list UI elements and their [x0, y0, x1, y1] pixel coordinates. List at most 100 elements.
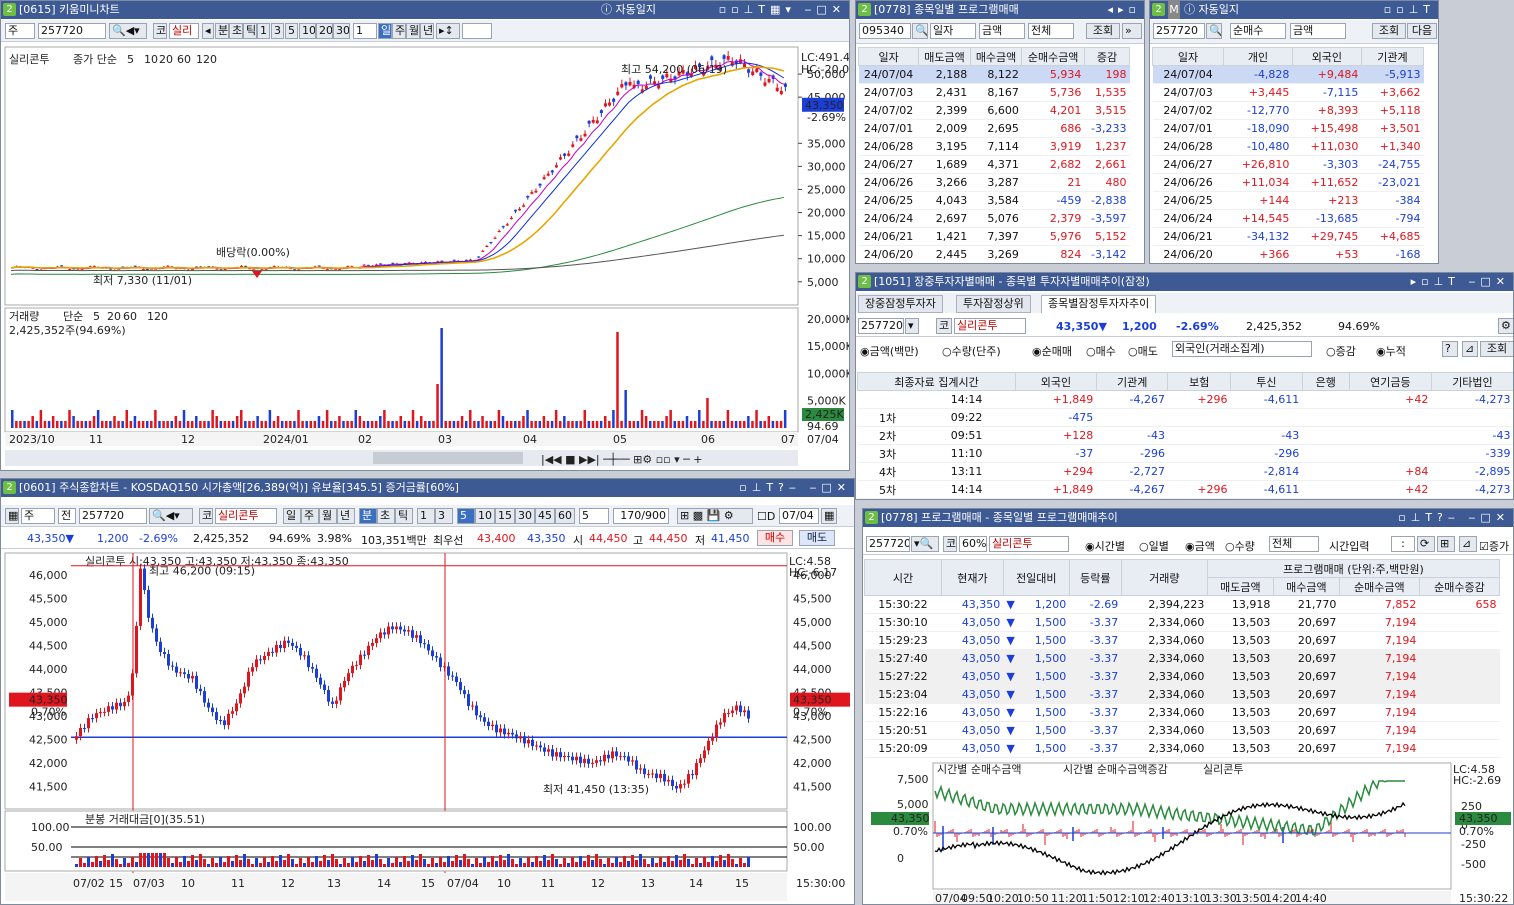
opt-net-radio[interactable]: ◉순매매	[1032, 343, 1072, 359]
query-button[interactable]: 조회	[1086, 23, 1120, 39]
table-row[interactable]: 24/07/01 -18,090 +15,498 +3,501	[1152, 119, 1424, 138]
table-row[interactable]: 24/06/21 -34,132 +29,745 +4,685	[1152, 227, 1424, 246]
tab-week[interactable]: 주	[301, 508, 319, 524]
period-20[interactable]: 20	[316, 23, 333, 39]
col-header[interactable]: 기관계	[1095, 372, 1169, 391]
unit-select[interactable]: 주	[21, 508, 55, 524]
table-row[interactable]: 24/06/28 -10,480 +11,030 +1,340	[1152, 137, 1424, 156]
kind-select[interactable]: 금액	[979, 23, 1025, 39]
col-header[interactable]: 개인	[1223, 47, 1293, 66]
help-icon[interactable]: ?	[1442, 341, 1458, 357]
period-n-input[interactable]: 5	[579, 508, 609, 524]
period-5[interactable]: 5	[285, 23, 298, 39]
col-header[interactable]: 기타법인	[1430, 372, 1513, 391]
tab-week[interactable]: 주	[392, 23, 406, 39]
table-row[interactable]: 24/06/24 2,697 5,076 2,379 -3,597	[858, 209, 1130, 228]
scope-select[interactable]: 전체	[1269, 536, 1319, 552]
col-header[interactable]: 매도금액	[1206, 577, 1274, 596]
dropdown-icon[interactable]: ▾	[905, 318, 919, 334]
table-row[interactable]: 15:20:51 43,050 ▼ 1,500 -3.37 2,334,060 13,503…	[864, 721, 1500, 740]
table-row[interactable]: 24/06/20 2,445 3,269 824 -3,142	[858, 245, 1130, 263]
table-row[interactable]: 24/07/03 +3,445 -7,115 +3,662	[1152, 83, 1424, 102]
bar-count-input[interactable]: 170/900	[613, 508, 669, 524]
unit-select[interactable]: 주	[5, 23, 35, 39]
tab-minute[interactable]: 분	[215, 23, 229, 39]
prev-select[interactable]: 전	[58, 508, 76, 524]
col-header[interactable]: 투신	[1230, 372, 1303, 391]
period-45[interactable]: 45	[535, 508, 555, 524]
search-icon[interactable]: 🔍◀▾	[149, 508, 193, 524]
table-row[interactable]: 24/06/25 4,043 3,584 -459 -2,838	[858, 191, 1130, 210]
period-1[interactable]: 1	[257, 23, 270, 39]
chart-icon[interactable]: ⊿	[1459, 536, 1477, 552]
tab-tick[interactable]: 틱	[243, 23, 257, 39]
opt-cumulative-radio[interactable]: ◉누적	[1376, 343, 1406, 359]
navigation-icons[interactable]: |◀◀ ■ ▶▶| ─┼── ⊞⚙ ▫▫ ▾ ─ +	[541, 452, 702, 466]
col-header[interactable]: 외국인	[1291, 47, 1362, 66]
table-row[interactable]: 15:20:09 43,050 ▼ 1,500 -3.37 2,334,060 13,503…	[864, 739, 1500, 758]
table-row[interactable]: 15:27:40 43,050 ▼ 1,500 -3.37 2,334,060 13,503…	[864, 649, 1500, 668]
tab-second[interactable]: 초	[377, 508, 395, 524]
query-button[interactable]: 조회	[1372, 23, 1406, 39]
tool-icons[interactable]: ⊞ ▩ 💾 ⚙	[677, 508, 753, 524]
scroll-thumb[interactable]	[373, 452, 523, 464]
col-header[interactable]: 순매수금액	[1338, 577, 1420, 596]
date-input[interactable]: 07/04	[779, 508, 819, 524]
code-input[interactable]: 257720	[38, 23, 106, 39]
d-checkbox[interactable]: ☐D	[757, 510, 775, 523]
layout-icon[interactable]: ▦	[5, 508, 19, 524]
table-row[interactable]: 15:29:23 43,050 ▼ 1,500 -3.37 2,334,060 13,503…	[864, 631, 1500, 650]
table-row[interactable]: 3차 11:10 -37 -296 -296 -339	[857, 444, 1513, 463]
scope-select[interactable]: 전체	[1028, 23, 1074, 39]
col-header[interactable]: 순매수금액	[1021, 47, 1085, 66]
window-controls[interactable]: ▫⊥T?‒ ‒□✕	[739, 479, 851, 497]
tab-day[interactable]: 일	[283, 508, 301, 524]
tab-intraday-investor[interactable]: 장중잠정투자자	[858, 295, 943, 313]
table-row[interactable]: 24/07/02 -12,770 +8,393 +5,118	[1152, 101, 1424, 120]
period-30[interactable]: 30	[333, 23, 350, 39]
minute-candle-chart[interactable]: 실리콘투 시:43,350 고:43,350 저:43,350 종:43,350…	[1, 551, 855, 905]
period-3[interactable]: 3	[435, 508, 453, 524]
code-input[interactable]: 257720	[1153, 23, 1205, 39]
search-icon[interactable]: 🔍	[912, 23, 928, 39]
opt-daily-radio[interactable]: ○일별	[1139, 538, 1169, 554]
opt-sell-radio[interactable]: ○매도	[1128, 343, 1158, 359]
period-n-input[interactable]: 1	[353, 23, 377, 39]
col-header[interactable]: 은행	[1301, 372, 1350, 391]
table-row[interactable]: 4차 13:11 +294 -2,727 -2,814 +84 -2,895	[857, 462, 1513, 481]
table-row[interactable]: 24/06/28 3,195 7,114 3,919 1,237	[858, 137, 1130, 156]
buy-button[interactable]: 매수	[757, 530, 793, 546]
tab-investor-trend[interactable]: 종목별잠정투자자추이	[1041, 295, 1157, 313]
opt-buy-radio[interactable]: ○매수	[1086, 343, 1116, 359]
opt-hourly-radio[interactable]: ◉시간별	[1085, 538, 1125, 554]
daily-candle-chart[interactable]: 실리콘투 종가 단순 5 10 20 60 120 LC:491.4HC:-20.050,00…	[1, 43, 850, 471]
next-icon[interactable]: ⊞	[1437, 536, 1455, 552]
col-header[interactable]: 기관계	[1360, 47, 1425, 66]
col-header[interactable]: 일자	[857, 47, 920, 66]
period-1[interactable]: 1	[417, 508, 435, 524]
chart-icon[interactable]: ⊿	[1462, 341, 1478, 357]
auto-journal-button[interactable]: ⓘ 자동일지	[601, 1, 656, 19]
tab-top-investor[interactable]: 투자잠정상위	[956, 295, 1031, 313]
unit-select[interactable]: 일자	[930, 23, 976, 39]
extra-input[interactable]	[462, 23, 492, 39]
table-row[interactable]: 24/07/04 2,188 8,122 5,934 198	[858, 65, 1130, 84]
table-row[interactable]: 24/06/20 +366 +53 -168	[1152, 245, 1424, 263]
increase-checkbox[interactable]: ☑증가	[1479, 538, 1509, 554]
integrated-chart-titlebar[interactable]: 2 [0601] 주식종합차트 - KOSDAQ150 시가총액[26,389(억…	[1, 479, 854, 497]
tab-year[interactable]: 년	[337, 508, 355, 524]
investor-intraday-titlebar[interactable]: 2 [1051] 장중투자자별매매 - 종목별 투자자별매매추이(잠정) ▸▫⊥T …	[856, 273, 1513, 291]
search-icon[interactable]: 🔍◀▾	[109, 23, 147, 39]
col-header[interactable]: 매수금액	[969, 47, 1023, 66]
col-header[interactable]: 시간	[864, 559, 942, 596]
period-60[interactable]: 60	[555, 508, 575, 524]
col-header[interactable]: 현재가	[940, 559, 1004, 596]
expand-icon[interactable]: ▸↕	[436, 23, 460, 39]
tab-second[interactable]: 초	[229, 23, 243, 39]
table-row[interactable]: 24/06/26 3,266 3,287 21 480	[858, 173, 1130, 192]
calendar-icon[interactable]: ▦	[821, 508, 837, 524]
kind-select[interactable]: 순매수	[1230, 23, 1286, 39]
code-input[interactable]: 257720	[866, 536, 910, 552]
col-header[interactable]: 외국인	[1015, 372, 1097, 391]
table-row[interactable]: 24/06/24 +14,545 -13,685 -794	[1152, 209, 1424, 228]
